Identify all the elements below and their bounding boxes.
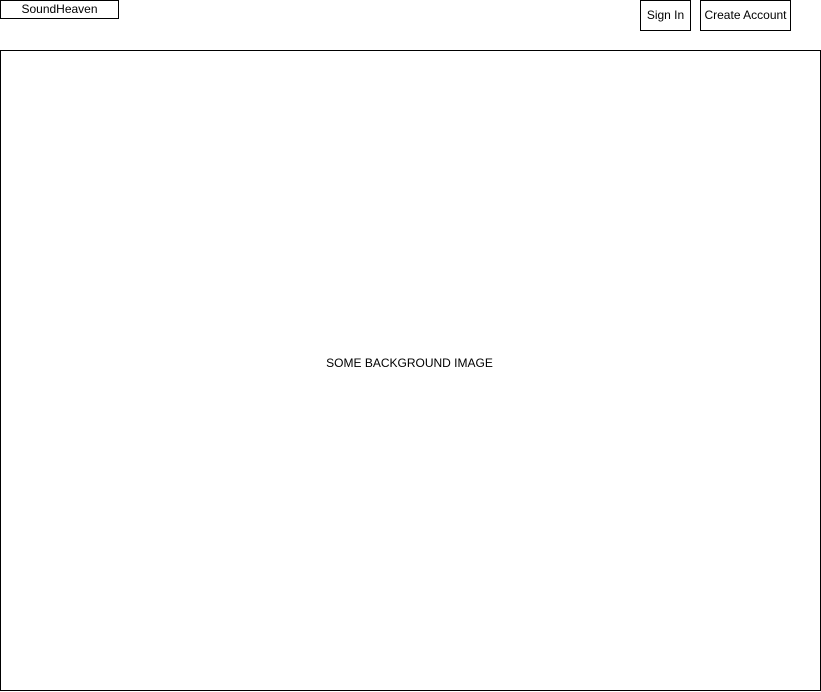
site-logo[interactable]: SoundHeaven [0,0,119,19]
hero-background-image: SOME BACKGROUND IMAGE [0,50,821,691]
hero-placeholder-text: SOME BACKGROUND IMAGE [326,355,493,370]
create-account-button[interactable]: Create Account [700,0,791,31]
sign-in-button[interactable]: Sign In [640,0,691,31]
